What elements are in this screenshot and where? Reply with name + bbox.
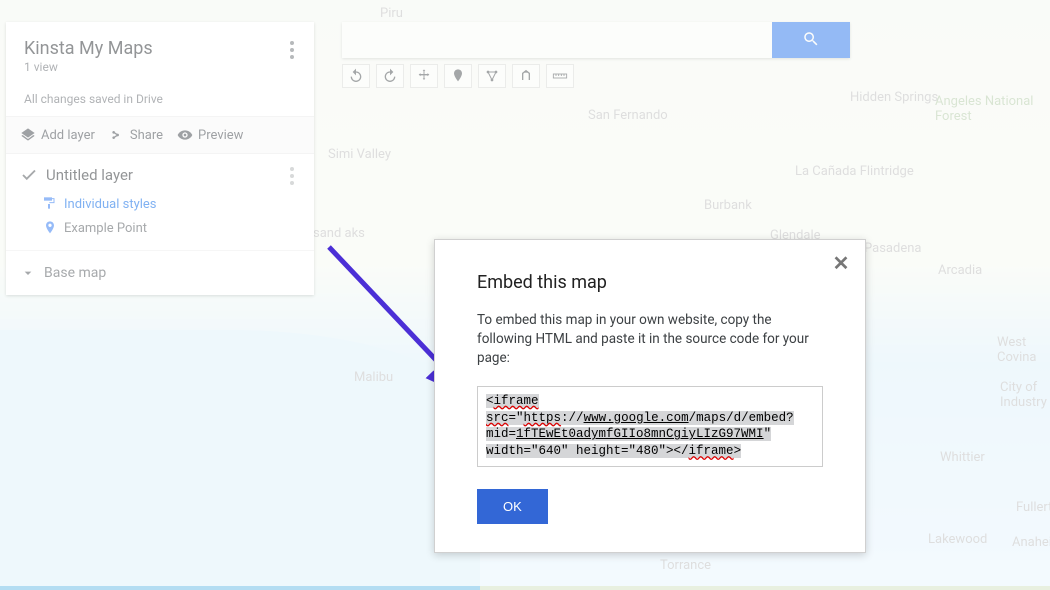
draw-line-button[interactable] (478, 64, 506, 88)
paint-roller-icon (42, 196, 58, 212)
save-status: All changes saved in Drive (24, 92, 298, 106)
undo-button[interactable] (342, 64, 370, 88)
layers-icon (20, 127, 36, 143)
layer-row[interactable]: Untitled layer (6, 154, 314, 192)
redo-button[interactable] (376, 64, 404, 88)
more-options-icon[interactable] (280, 38, 304, 62)
dialog-description: To embed this map in your own website, c… (477, 311, 823, 368)
pan-button[interactable] (410, 64, 438, 88)
eye-icon (177, 127, 193, 143)
point-item[interactable]: Example Point (6, 216, 314, 250)
search-input[interactable] (342, 22, 772, 58)
close-icon[interactable]: ✕ (829, 252, 853, 276)
add-marker-button[interactable] (444, 64, 472, 88)
measure-button[interactable] (546, 64, 574, 88)
panel-actions: Add layer Share Preview (6, 116, 314, 154)
map-toolbar (342, 64, 574, 88)
preview-label: Preview (198, 128, 243, 143)
share-button[interactable]: Share (109, 127, 163, 143)
embed-code-box[interactable]: <iframesrc="https://www.google.com/maps/… (477, 386, 823, 468)
base-map-label: Base map (44, 265, 106, 281)
directions-button[interactable] (512, 64, 540, 88)
dialog-title: Embed this map (477, 272, 823, 293)
individual-styles-button[interactable]: Individual styles (6, 192, 314, 216)
layer-options-icon[interactable] (280, 164, 304, 188)
search-icon (802, 30, 820, 51)
preview-button[interactable]: Preview (177, 127, 243, 143)
base-map-toggle[interactable]: Base map (6, 250, 314, 295)
map-editor-panel: Kinsta My Maps 1 view All changes saved … (6, 22, 314, 295)
checkmark-icon (20, 166, 38, 184)
search-bar (342, 22, 850, 58)
point-label: Example Point (64, 221, 147, 236)
ok-button[interactable]: OK (477, 489, 548, 524)
embed-dialog: ✕ Embed this map To embed this map in yo… (434, 239, 866, 553)
add-layer-label: Add layer (41, 128, 95, 143)
chevron-down-icon (20, 265, 36, 281)
share-icon (109, 127, 125, 143)
styles-label: Individual styles (64, 197, 157, 212)
search-button[interactable] (772, 22, 850, 58)
pin-icon (42, 220, 58, 236)
layer-name: Untitled layer (46, 166, 133, 184)
view-count: 1 view (24, 60, 298, 74)
map-title: Kinsta My Maps (24, 38, 298, 59)
add-layer-button[interactable]: Add layer (20, 127, 95, 143)
share-label: Share (130, 128, 163, 143)
